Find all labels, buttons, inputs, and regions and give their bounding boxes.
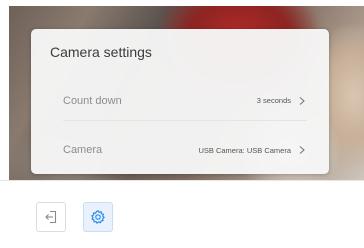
camera-setting-row[interactable]: Camera USB Camera: USB Camera — [63, 130, 307, 170]
countdown-value: 3 seconds — [256, 96, 291, 105]
countdown-setting-row[interactable]: Count down 3 seconds — [63, 81, 307, 121]
camera-settings-panel: Camera settings Count down 3 seconds Cam… — [31, 29, 329, 174]
camera-label: Camera — [63, 144, 103, 156]
panel-title: Camera settings — [50, 44, 152, 60]
chevron-right-icon — [299, 146, 305, 154]
chevron-right-icon — [299, 96, 305, 105]
gear-icon — [91, 210, 105, 224]
countdown-value-group: 3 seconds — [257, 96, 307, 106]
toolbar-divider — [0, 180, 364, 181]
camera-value-group: USB Camera: USB Camera — [198, 145, 307, 155]
camera-value: USB Camera: USB Camera — [198, 145, 291, 155]
exit-icon — [45, 210, 57, 224]
settings-button[interactable] — [83, 202, 113, 232]
exit-button[interactable] — [36, 202, 66, 232]
countdown-label: Count down — [63, 94, 122, 107]
